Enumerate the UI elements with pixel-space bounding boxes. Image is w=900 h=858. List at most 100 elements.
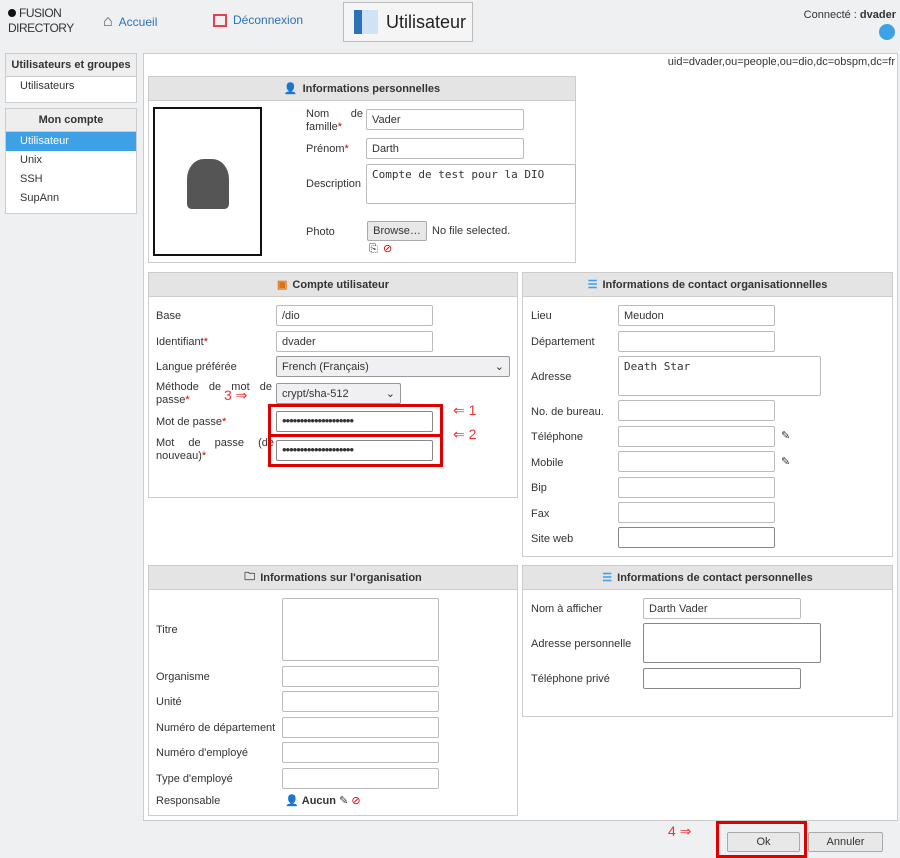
highlight-box-2 xyxy=(268,434,443,467)
sidebar-group-title: Utilisateurs et groupes xyxy=(6,54,136,77)
home-label: Accueil xyxy=(118,15,158,29)
section-title: Compte utilisateur xyxy=(292,278,389,291)
highlight-box-1 xyxy=(268,404,443,437)
base-input[interactable] xyxy=(276,305,433,326)
unite-input[interactable] xyxy=(282,691,439,712)
section-title: Informations personnelles xyxy=(302,82,441,95)
browse-button[interactable]: Browse… xyxy=(367,221,427,241)
logout-link[interactable]: Déconnexion xyxy=(213,13,303,27)
bip-label: Bip xyxy=(531,482,547,494)
unite-label: Unité xyxy=(156,696,182,708)
titre-label: Titre xyxy=(156,624,178,636)
contact-icon: ☰ xyxy=(602,572,613,584)
bip-input[interactable] xyxy=(618,477,775,498)
page-title-text: Utilisateur xyxy=(386,11,467,32)
type-employe-label: Type d'employé xyxy=(156,773,233,785)
type-employe-input[interactable] xyxy=(282,768,439,789)
organisation-section: 🗀 Informations sur l'organisation Titre O… xyxy=(148,565,518,816)
sidebar-group-title: Mon compte xyxy=(6,109,136,132)
edit-pencil-icon[interactable]: ✎ xyxy=(781,429,790,442)
bureau-label: No. de bureau. xyxy=(531,406,604,418)
nom-label: Nom de famille* xyxy=(306,108,363,133)
responsable-value: 👤 Aucun ✎ ⊘ xyxy=(285,795,361,807)
num-departement-input[interactable] xyxy=(282,717,439,738)
connected-label: Connecté : xyxy=(803,9,857,21)
org-contact-section: ☰ Informations de contact organisationnel… xyxy=(522,272,893,557)
identifiant-label: Identifiant* xyxy=(156,336,208,348)
section-title: Informations sur l'organisation xyxy=(260,571,422,584)
home-icon: ⌂ xyxy=(103,13,113,30)
ok-button[interactable]: Ok xyxy=(727,832,800,852)
sidebar-item-utilisateur[interactable]: Utilisateur xyxy=(6,132,136,151)
num-departement-label: Numéro de département xyxy=(156,722,276,734)
fusiondirectory-logo: FUSION DIRECTORY xyxy=(8,6,74,35)
logout-icon xyxy=(213,13,227,27)
user-card-icon xyxy=(354,10,378,34)
siteweb-label: Site web xyxy=(531,533,574,545)
contact-icon: ☰ xyxy=(587,279,598,291)
description-label: Description xyxy=(306,178,362,190)
edit-pencil-icon[interactable]: ✎ xyxy=(781,455,790,468)
responsable-label: Responsable xyxy=(156,795,221,807)
page-title: Utilisateur xyxy=(343,2,473,42)
password-confirm-label: Mot de passe (de nouveau)* xyxy=(156,437,274,462)
siteweb-input[interactable] xyxy=(618,527,775,548)
personal-contact-section: ☰ Informations de contact personnelles No… xyxy=(522,565,893,717)
session-timer-icon xyxy=(879,24,895,40)
base-label: Base xyxy=(156,310,182,322)
sidebar-group-users: Utilisateurs et groupes Utilisateurs xyxy=(5,53,137,103)
display-name-input[interactable] xyxy=(643,598,801,619)
langue-select[interactable]: French (Français) ⌄ xyxy=(276,356,510,377)
sidebar-item-utilisateurs[interactable]: Utilisateurs xyxy=(6,77,136,96)
annotation-3: 3 ⇒ xyxy=(224,387,248,403)
telephone-input[interactable] xyxy=(618,426,775,447)
private-phone-input[interactable] xyxy=(643,668,801,689)
description-textarea[interactable]: Compte de test pour la DIO xyxy=(366,164,576,204)
organisme-input[interactable] xyxy=(282,666,439,687)
num-employe-input[interactable] xyxy=(282,742,439,763)
sidebar-item-unix[interactable]: Unix xyxy=(6,151,136,170)
sidebar-item-ssh[interactable]: SSH xyxy=(6,170,136,189)
lieu-label: Lieu xyxy=(531,310,552,322)
method-label: Méthode de mot de passe* xyxy=(156,381,272,406)
nom-input[interactable] xyxy=(366,109,524,130)
lieu-input[interactable] xyxy=(618,305,775,326)
display-name-label: Nom à afficher xyxy=(531,603,603,615)
annotation-4: 4 ⇒ xyxy=(668,823,692,839)
edit-pencil-icon[interactable]: ✎ xyxy=(339,795,348,807)
upload-icon[interactable]: ⎘ xyxy=(369,243,378,256)
user-photo xyxy=(153,107,262,256)
no-file-text: No file selected. xyxy=(432,225,511,237)
folder-icon: 🗀 xyxy=(244,571,256,583)
home-link[interactable]: ⌂ Accueil xyxy=(103,13,157,31)
annotation-2: ⇐ 2 xyxy=(453,426,477,442)
password-label: Mot de passe* xyxy=(156,416,227,428)
remove-icon[interactable]: ⊘ xyxy=(351,795,360,807)
mobile-input[interactable] xyxy=(618,451,775,472)
connected-status: Connecté : dvader xyxy=(804,9,896,21)
organisme-label: Organisme xyxy=(156,671,210,683)
home-address-textarea[interactable] xyxy=(643,623,821,663)
identifiant-input[interactable] xyxy=(276,331,433,352)
bureau-input[interactable] xyxy=(618,400,775,421)
method-select[interactable]: crypt/sha-512 ⌄ xyxy=(276,383,401,404)
titre-textarea[interactable] xyxy=(282,598,439,661)
user-icon: 👤 xyxy=(283,83,298,95)
home-address-label: Adresse personnelle xyxy=(531,638,632,650)
prenom-input[interactable] xyxy=(366,138,524,159)
sidebar-item-supann[interactable]: SupAnn xyxy=(6,189,136,208)
adresse-textarea[interactable]: Death Star xyxy=(618,356,821,396)
mobile-label: Mobile xyxy=(531,457,564,469)
personal-info-section: 👤 Informations personnelles Nom de famill… xyxy=(148,76,576,263)
fax-input[interactable] xyxy=(618,502,775,523)
departement-label: Département xyxy=(531,336,595,348)
langue-label: Langue préférée xyxy=(156,361,237,373)
departement-input[interactable] xyxy=(618,331,775,352)
account-icon: ▣ xyxy=(277,279,288,291)
remove-icon[interactable]: ⊘ xyxy=(383,242,392,255)
section-title: Informations de contact organisationnell… xyxy=(602,278,828,291)
cancel-button[interactable]: Annuler xyxy=(808,832,883,852)
telephone-label: Téléphone xyxy=(531,431,583,443)
user-icon: 👤 xyxy=(285,795,299,807)
private-phone-label: Téléphone privé xyxy=(531,673,610,685)
